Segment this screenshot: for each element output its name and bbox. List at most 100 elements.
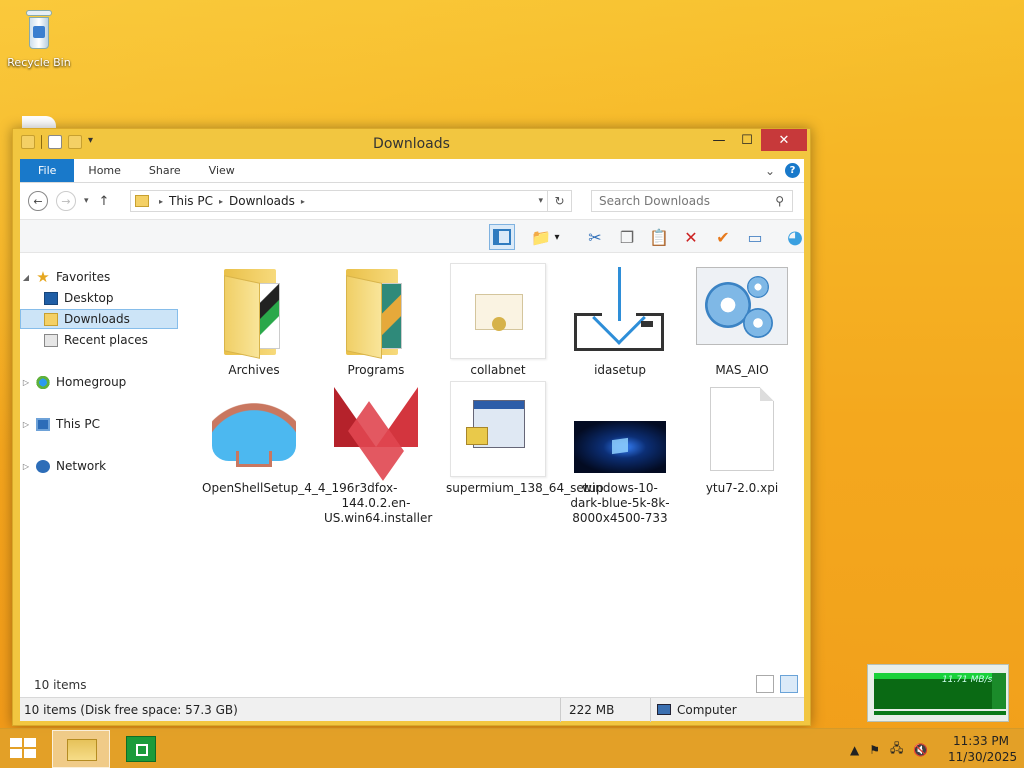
close-button[interactable]: ✕ xyxy=(761,129,807,151)
file-item[interactable]: Archives xyxy=(202,263,306,378)
nav-item-homegroup[interactable]: ▷ Homegroup xyxy=(20,372,178,392)
delete-icon[interactable]: ✕ xyxy=(678,224,704,250)
setup-app-icon xyxy=(450,381,546,477)
shell-icon[interactable]: ◕ xyxy=(782,224,808,250)
taskbar-store[interactable] xyxy=(126,736,156,762)
download-installer-icon xyxy=(572,263,668,359)
address-bar[interactable]: ▸ This PC ▸ Downloads ▸ ▾ ↻ xyxy=(130,190,572,212)
item-count-bar: 10 items xyxy=(20,673,804,697)
nav-item-label: Downloads xyxy=(64,312,130,326)
network-meter-widget[interactable]: 11.71 MB/s xyxy=(867,664,1009,722)
blank-file-icon xyxy=(694,381,790,477)
file-item[interactable]: MAS_AIO xyxy=(690,263,794,378)
recycle-bin-desktop-icon[interactable]: Recycle Bin xyxy=(6,8,72,69)
file-item[interactable]: idasetup xyxy=(568,263,672,378)
system-tray: ▲ ⚑ 🖧 🔇 xyxy=(850,739,928,760)
clock[interactable]: 11:33 PM 11/30/2025 xyxy=(948,733,1017,765)
breadcrumb-this-pc[interactable]: This PC xyxy=(169,194,213,208)
recent-locations-button[interactable]: ▾ xyxy=(84,196,89,206)
content-area: ◢ ★ Favorites Desktop Downloads Recent p… xyxy=(20,253,804,697)
shell-icon xyxy=(206,381,302,477)
status-location-label: Computer xyxy=(677,702,737,717)
action-center-flag-icon[interactable]: ⚑ xyxy=(869,743,880,757)
command-toolbar: 📁 ▾ ✂ ❐ 📋 ✕ ✔ ▭ ◕ xyxy=(20,219,804,253)
start-button[interactable] xyxy=(10,738,38,760)
computer-icon xyxy=(657,704,671,715)
downloads-folder-icon xyxy=(44,312,58,326)
tab-view[interactable]: View xyxy=(195,159,249,182)
minimize-button[interactable]: — xyxy=(705,129,733,151)
help-icon[interactable]: ? xyxy=(785,163,800,178)
wallpaper-thumbnail-icon xyxy=(572,381,668,477)
meter-arrows-icon xyxy=(992,673,1006,709)
nav-item-recent-places[interactable]: Recent places xyxy=(20,330,178,350)
title-bar[interactable]: ▾ Downloads — ☐ ✕ xyxy=(13,129,810,159)
dropdown-icon[interactable]: ▾ xyxy=(550,224,564,250)
details-view-icon[interactable] xyxy=(756,675,774,693)
file-item[interactable]: supermium_138_64_setup xyxy=(446,381,604,496)
expand-ribbon-icon[interactable]: ⌄ xyxy=(765,164,775,178)
large-icons-view-icon[interactable] xyxy=(780,675,798,693)
recent-places-icon xyxy=(44,333,58,347)
expand-arrow-icon[interactable]: ▷ xyxy=(20,378,32,387)
file-explorer-icon xyxy=(67,739,97,761)
nav-item-label: Recent places xyxy=(64,333,148,347)
tab-share[interactable]: Share xyxy=(135,159,195,182)
breadcrumb-separator[interactable]: ▸ xyxy=(219,197,223,206)
tab-home[interactable]: Home xyxy=(74,159,134,182)
nav-item-label: Favorites xyxy=(56,270,111,284)
this-pc-icon xyxy=(36,417,50,431)
forward-button[interactable]: → xyxy=(56,191,76,211)
folder-icon xyxy=(328,263,424,359)
store-icon xyxy=(136,744,148,756)
back-button[interactable]: ← xyxy=(28,191,48,211)
tab-file[interactable]: File xyxy=(20,159,75,182)
expand-arrow-icon[interactable]: ▷ xyxy=(20,462,32,471)
breadcrumb-downloads[interactable]: Downloads xyxy=(229,194,295,208)
breadcrumb-separator[interactable]: ▸ xyxy=(301,197,305,206)
file-item[interactable]: r3dfox-144.0.2.en-US.win64.installer xyxy=(324,381,432,526)
recycle-bin-label: Recycle Bin xyxy=(7,56,71,69)
item-count: 10 items xyxy=(34,678,87,692)
file-list: Archives Programs collabnet idasetup MAS… xyxy=(198,253,804,673)
desktop-icon xyxy=(44,291,58,305)
nav-item-network[interactable]: ▷ Network xyxy=(20,456,178,476)
address-row: ← → ▾ ↑ ▸ This PC ▸ Downloads ▸ ▾ ↻ Sear… xyxy=(20,183,804,219)
network-rate: 11.71 MB/s xyxy=(942,675,993,685)
status-text: 10 items (Disk free space: 57.3 GB) xyxy=(24,702,238,717)
nav-item-label: Network xyxy=(56,459,107,473)
window-title: Downloads xyxy=(373,136,450,152)
nav-item-favorites[interactable]: ◢ ★ Favorites xyxy=(20,267,178,287)
up-button[interactable]: ↑ xyxy=(99,194,110,209)
collapse-arrow-icon[interactable]: ◢ xyxy=(20,273,32,282)
red-fox-icon xyxy=(328,381,424,481)
cut-icon[interactable]: ✂ xyxy=(582,224,608,250)
file-item[interactable]: Programs xyxy=(324,263,428,378)
nav-item-desktop[interactable]: Desktop xyxy=(20,288,178,308)
network-tray-icon[interactable]: 🖧 xyxy=(890,739,903,760)
refresh-button[interactable]: ↻ xyxy=(547,191,571,211)
show-hidden-icons-icon[interactable]: ▲ xyxy=(850,743,859,757)
nav-item-downloads[interactable]: Downloads xyxy=(20,309,178,329)
taskbar-file-explorer[interactable] xyxy=(52,730,110,768)
search-icon[interactable]: ⚲ xyxy=(775,194,784,208)
search-input[interactable]: Search Downloads ⚲ xyxy=(591,190,793,212)
nav-item-this-pc[interactable]: ▷ This PC xyxy=(20,414,178,434)
file-item[interactable]: collabnet xyxy=(446,263,550,378)
file-item[interactable]: OpenShellSetup_4_4_196 xyxy=(202,381,355,496)
paste-icon[interactable]: 📋 xyxy=(646,224,672,250)
address-dropdown-icon[interactable]: ▾ xyxy=(538,196,543,206)
explorer-window: ▾ Downloads — ☐ ✕ File Home Share View ⌄… xyxy=(12,128,811,726)
status-bar: 10 items (Disk free space: 57.3 GB) 222 … xyxy=(20,697,804,722)
layout-pane-icon[interactable] xyxy=(489,224,515,250)
breadcrumb-separator[interactable]: ▸ xyxy=(159,197,163,206)
maximize-button[interactable]: ☐ xyxy=(733,129,761,151)
copy-icon[interactable]: ❐ xyxy=(614,224,640,250)
file-name: OpenShellSetup_4_4_196 xyxy=(202,481,355,495)
rename-icon[interactable]: ▭ xyxy=(742,224,768,250)
checkmark-icon[interactable]: ✔ xyxy=(710,224,736,250)
file-item[interactable]: windows-10-dark-blue-5k-8k-8000x4500-733 xyxy=(568,381,672,526)
file-item[interactable]: ytu7-2.0.xpi xyxy=(690,381,794,496)
expand-arrow-icon[interactable]: ▷ xyxy=(20,420,32,429)
volume-muted-icon[interactable]: 🔇 xyxy=(913,743,928,757)
